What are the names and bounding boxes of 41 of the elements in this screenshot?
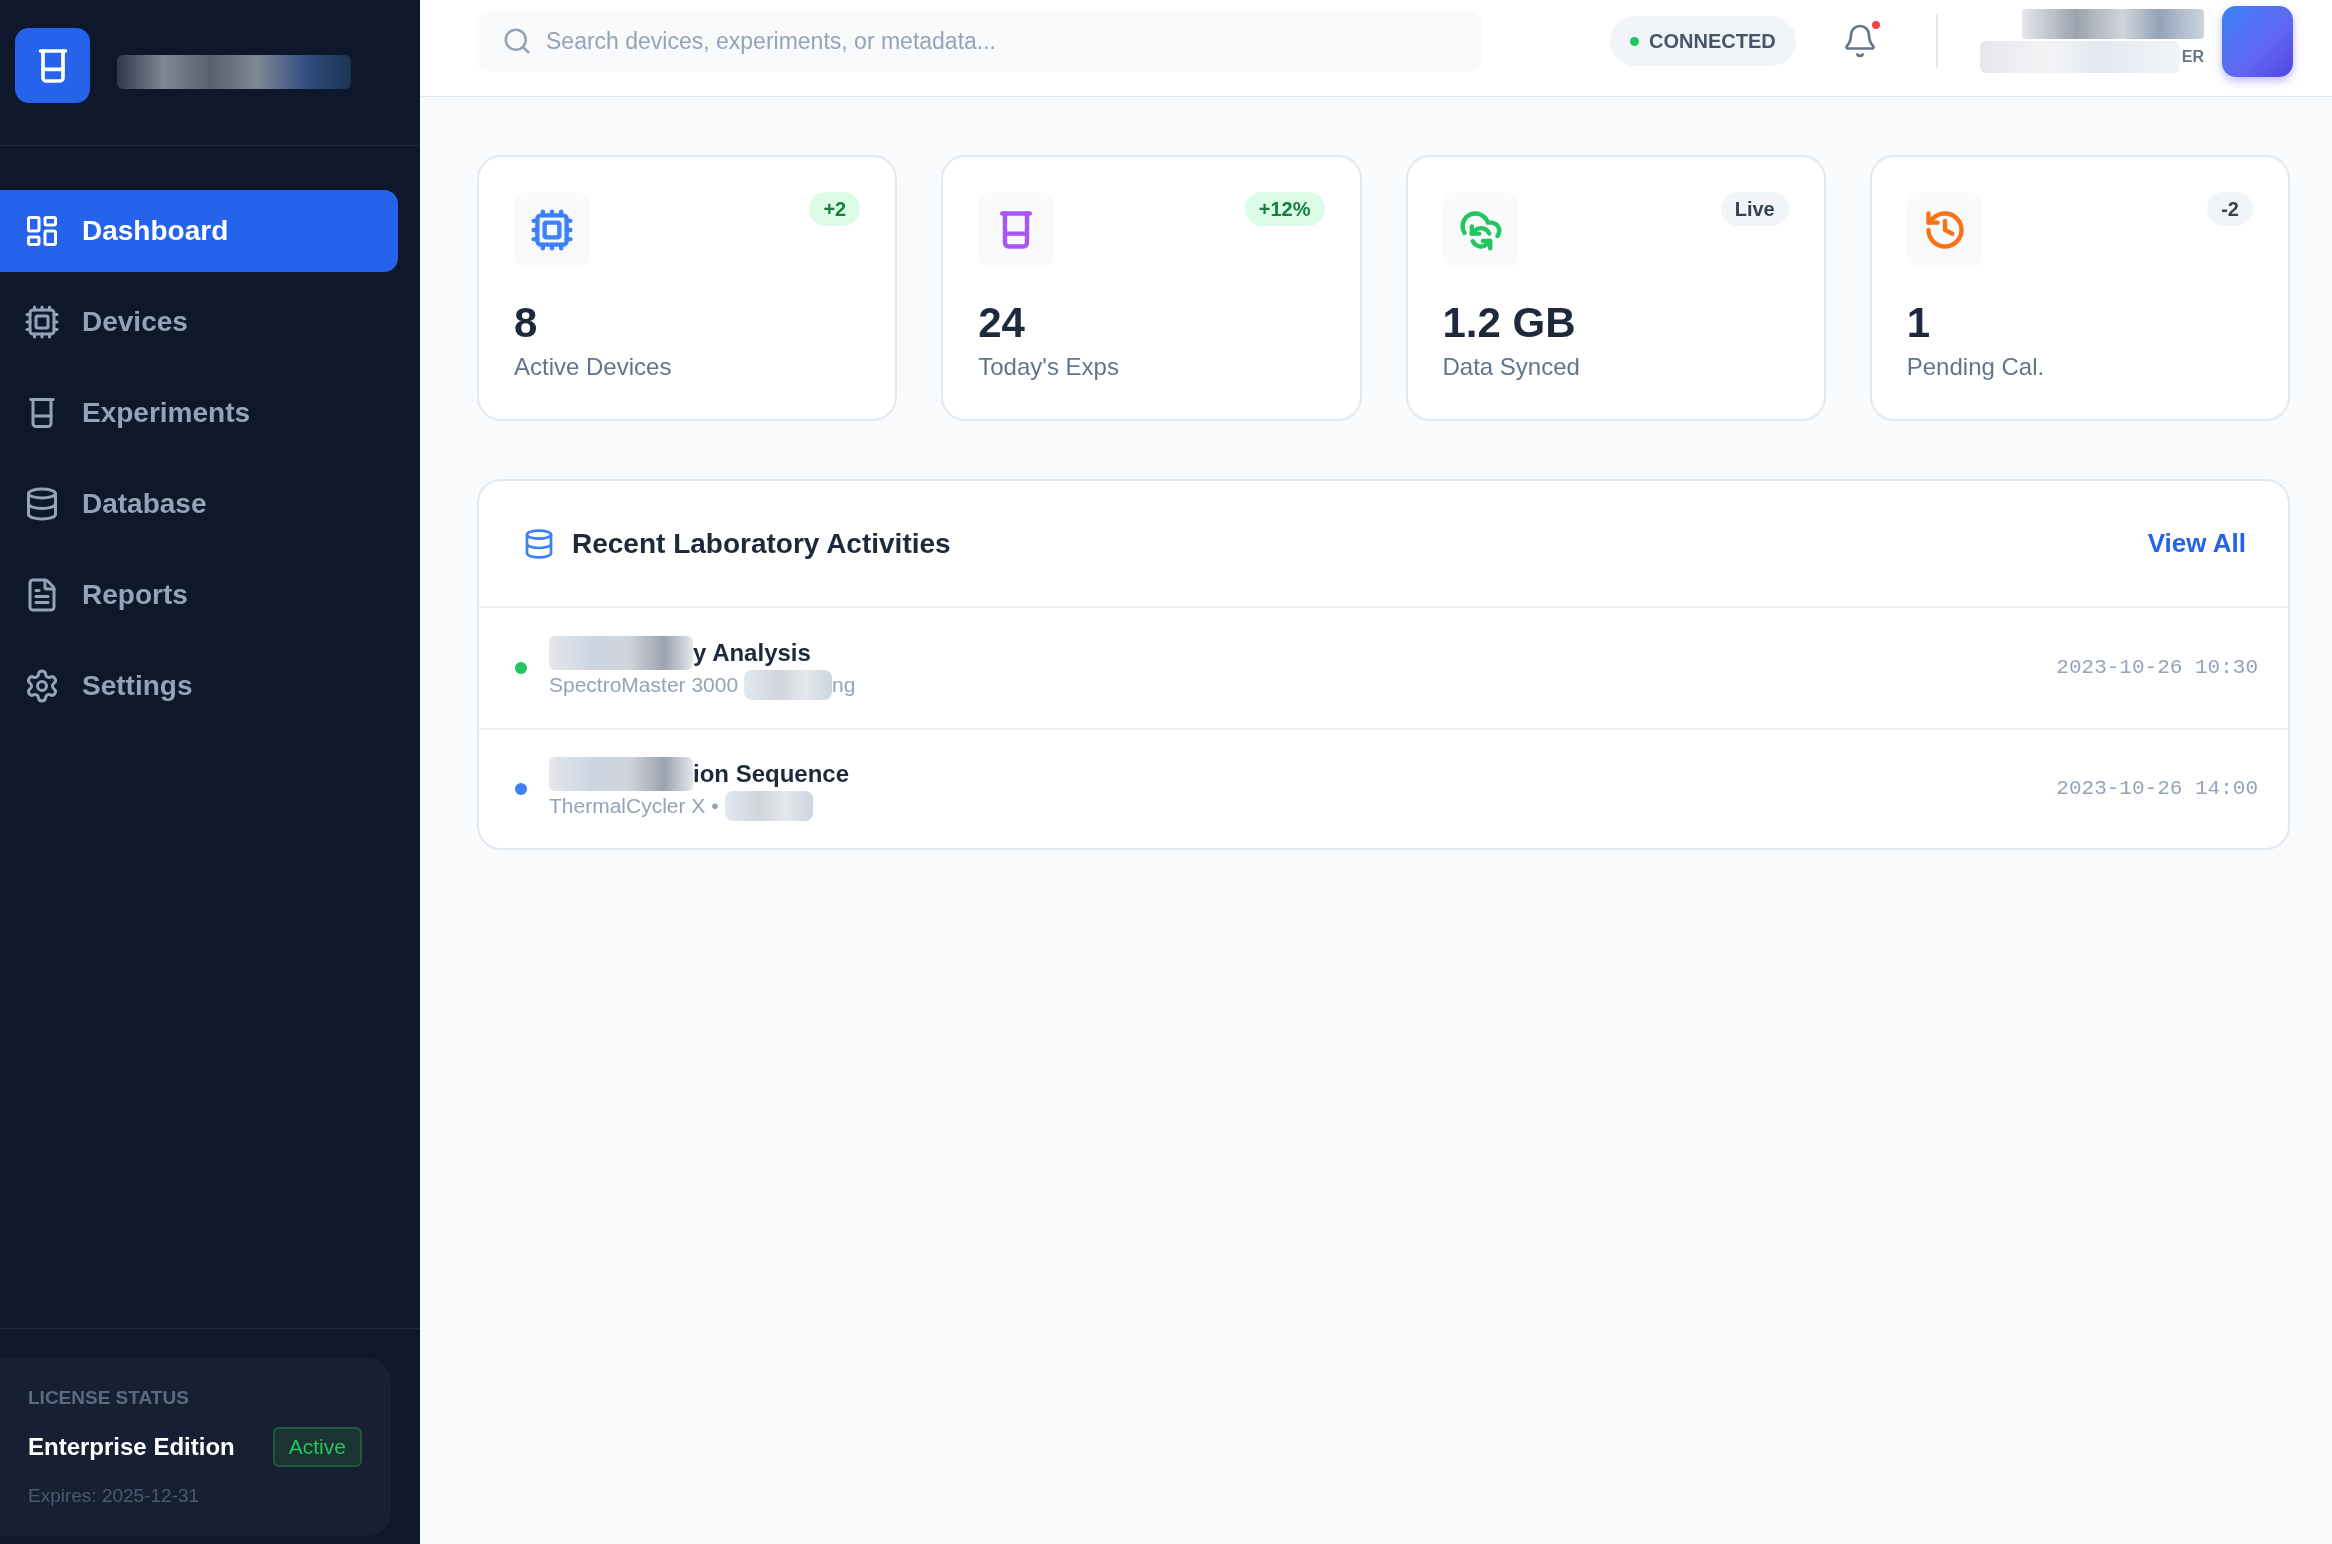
activity-title: y Analysis [693, 638, 811, 668]
stat-value: 24 [978, 298, 1026, 348]
stat-value: 1.2 GB [1442, 298, 1577, 348]
stat-label: Active Devices [514, 352, 673, 382]
dashboard-icon [24, 213, 60, 249]
activity-device: SpectroMaster 3000 [549, 672, 739, 698]
stat-badge: Live [1720, 192, 1789, 226]
stat-label: Data Synced [1442, 352, 1581, 382]
license-edition: Enterprise Edition [28, 1432, 235, 1462]
nav-item[interactable]: Settings [0, 645, 398, 727]
search-field[interactable]: Search devices, experiments, or metadata... [476, 10, 1483, 72]
activity-detail: ng [832, 672, 856, 698]
connection-label: CONNECTED [1649, 29, 1776, 54]
stat-label: Pending Cal. [1906, 352, 2046, 382]
beaker-logo-icon[interactable] [15, 28, 90, 103]
stat-badge: +12% [1244, 192, 1325, 226]
cpu-icon [24, 304, 60, 340]
nav-item[interactable]: Devices [0, 281, 398, 363]
stat-badge: -2 [2207, 192, 2253, 226]
user-avatar[interactable] [2222, 5, 2293, 77]
activity-time: 2023-10-26 14:00 [2056, 776, 2258, 803]
user-role: ER [2181, 47, 2204, 67]
database-icon [523, 527, 555, 560]
nav-item[interactable]: Dashboard [0, 190, 398, 272]
stat-badge: +2 [809, 192, 861, 226]
license-status-badge: Active [272, 1427, 362, 1467]
stat-value: 8 [514, 298, 539, 348]
database-icon [24, 486, 60, 522]
stat-value: 1 [1906, 298, 1932, 348]
nav-item[interactable]: Database [0, 463, 398, 545]
activity-device: ThermalCycler X • [549, 793, 719, 819]
activity-title: ion Sequence [693, 759, 850, 789]
panel-title: Recent Laboratory Activities [572, 526, 951, 561]
settings-icon [24, 668, 60, 704]
nav-item[interactable]: Experiments [0, 372, 398, 454]
nav-item[interactable]: Reports [0, 554, 398, 636]
stat-label: Today's Exps [978, 352, 1120, 382]
license-heading: LICENSE STATUS [28, 1386, 190, 1410]
view-all-link[interactable]: View All [2147, 524, 2246, 563]
license-expiry: Expires: 2025-12-31 [28, 1484, 201, 1508]
activity-time: 2023-10-26 10:30 [2056, 655, 2258, 682]
